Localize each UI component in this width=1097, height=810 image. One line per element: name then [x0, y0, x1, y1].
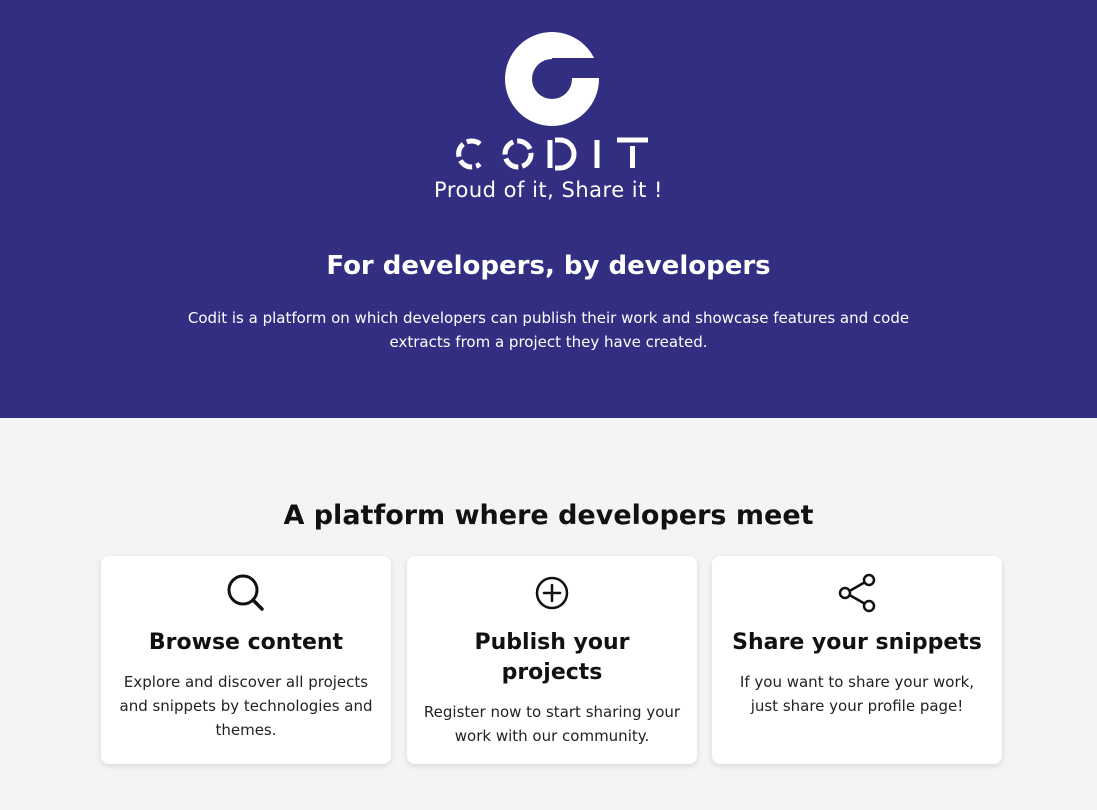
hero-description: Codit is a platform on which developers …	[187, 309, 910, 351]
card-title: Browse content	[148, 630, 344, 655]
plus-circle-icon	[535, 576, 569, 610]
feature-card-publish: Publish your projects Register now to st…	[407, 556, 697, 764]
feature-card-share: Share your snippets If you want to share…	[712, 556, 1002, 764]
codit-logo-icon	[505, 32, 599, 126]
card-text: Explore and discover all projects and sn…	[119, 673, 373, 739]
brand-tagline: Proud of it, Share it !	[434, 178, 663, 202]
hero-heading: For developers, by developers	[326, 251, 771, 281]
features-heading: A platform where developers meet	[283, 500, 814, 531]
card-text: Register now to start sharing your work …	[423, 703, 681, 745]
search-icon	[227, 574, 264, 611]
codit-wordmark-logo	[456, 137, 648, 171]
card-title: Publish your projects	[474, 630, 630, 685]
hero-section: Proud of it, Share it ! For developers, …	[0, 0, 1097, 418]
card-title: Share your snippets	[732, 630, 982, 655]
card-text: If you want to share your work, just sha…	[739, 673, 975, 715]
feature-card-browse: Browse content Explore and discover all …	[101, 556, 391, 764]
share-icon	[838, 573, 876, 613]
